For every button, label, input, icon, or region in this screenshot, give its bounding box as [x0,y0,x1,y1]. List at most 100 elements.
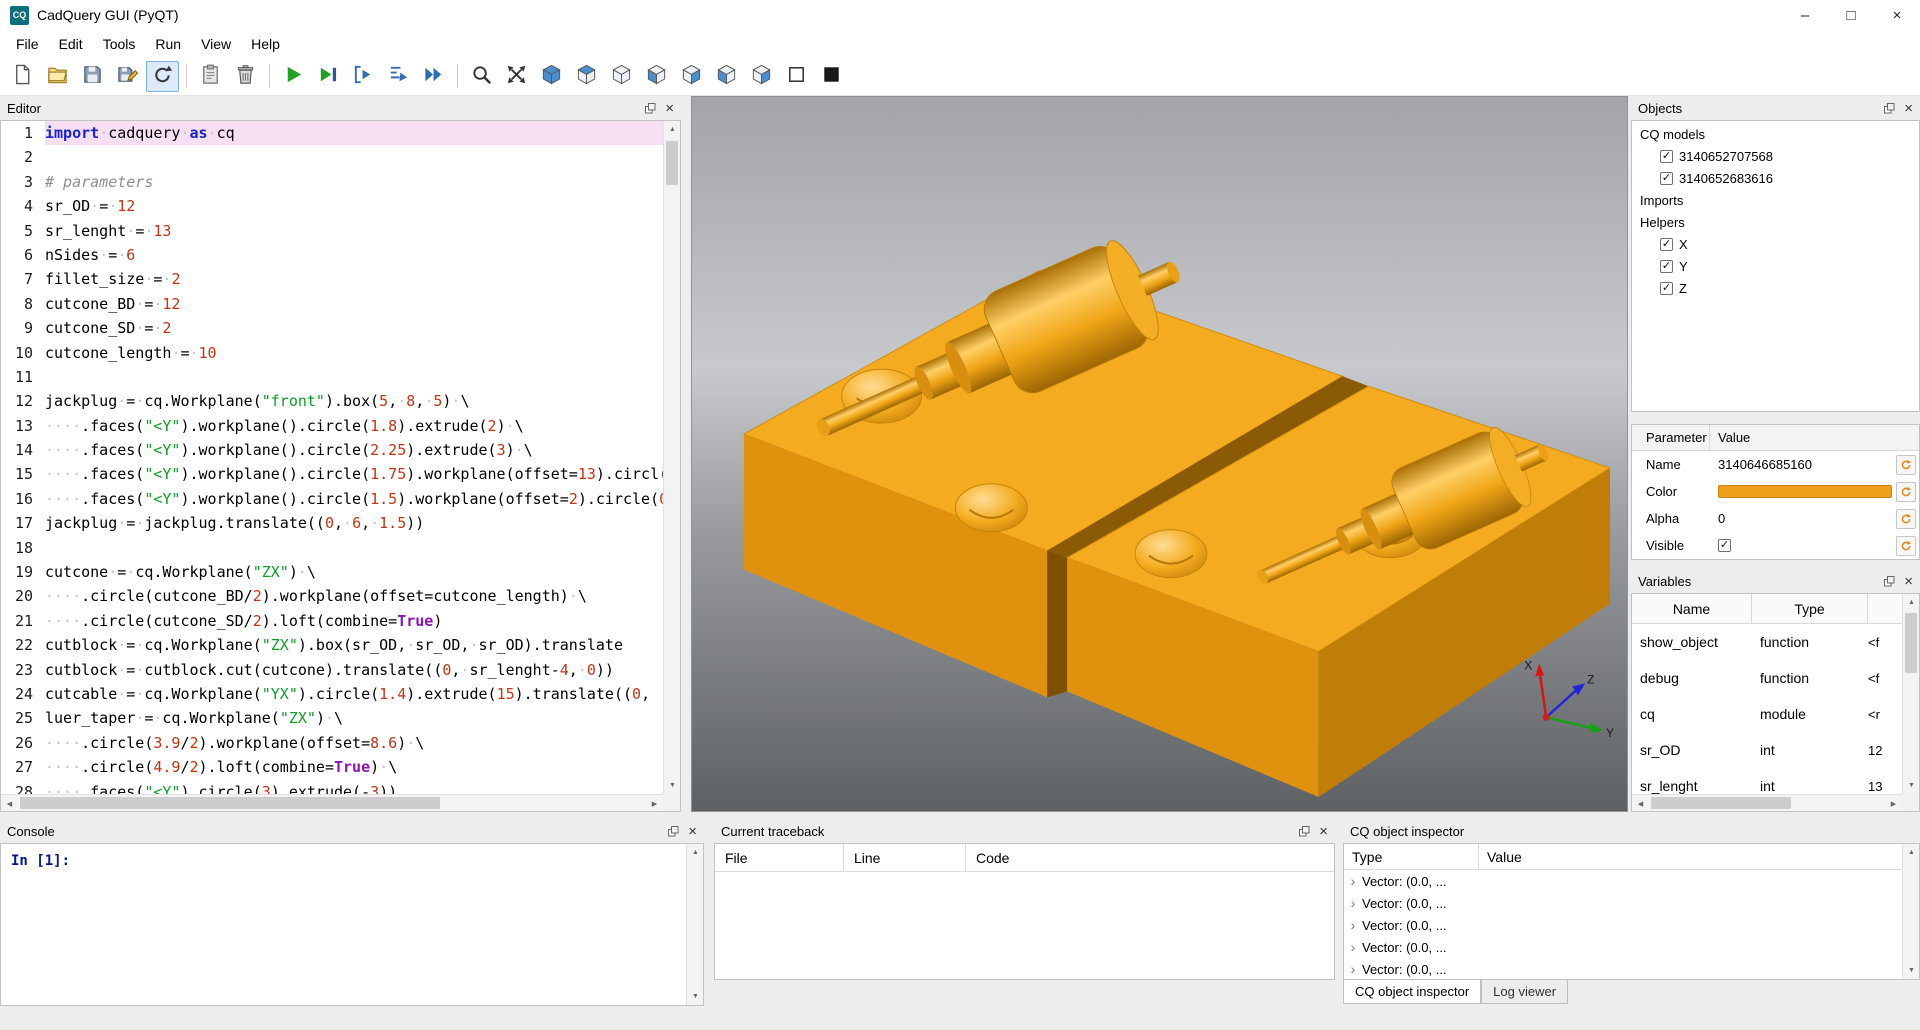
open-script-button[interactable] [41,61,74,92]
view-back-button[interactable] [675,61,708,92]
tree-item-cq-models[interactable]: CQ models [1632,123,1919,145]
code-line-18[interactable]: 18 [1,536,663,560]
code-line-4[interactable]: 4sr_OD·=·12 [1,194,663,218]
maximize-button[interactable]: □ [1828,0,1874,30]
tree-item-y[interactable]: ✓Y [1632,255,1919,277]
float-dock-icon[interactable] [1884,576,1895,587]
property-row-visible[interactable]: Visible✓ [1632,532,1919,559]
editor-code[interactable]: 1import·cadquery·as·cq23# parameters4sr_… [1,121,663,794]
scroll-up-arrow[interactable]: ▲ [664,121,681,138]
code-line-8[interactable]: 8cutcone_BD·=·12 [1,292,663,316]
inspector-vscrollbar[interactable]: ▲ ▼ [1902,844,1919,979]
scroll-down-arrow[interactable]: ▼ [687,988,704,1005]
checkbox[interactable]: ✓ [1660,172,1673,185]
float-dock-icon[interactable] [1884,103,1895,114]
code-line-28[interactable]: 28····.faces("<Y").circle(3).extrude(-3)… [1,780,663,794]
scrollbar-thumb[interactable] [1905,613,1917,673]
code-line-25[interactable]: 25luer_taper·=·cq.Workplane("ZX")·\ [1,706,663,730]
view-bottom-button[interactable] [605,61,638,92]
render-button[interactable] [277,61,310,92]
float-dock-icon[interactable] [668,826,679,837]
tree-item-3140652683616[interactable]: ✓3140652683616 [1632,167,1919,189]
code-line-16[interactable]: 16····.faces("<Y").workplane().circle(1.… [1,487,663,511]
inspector-row-0[interactable]: ›Vector: (0.0, ... [1344,870,1902,892]
autoreload-button[interactable] [146,61,179,92]
code-line-17[interactable]: 17jackplug·=·jackplug.translate((0,·6,·1… [1,511,663,535]
code-line-26[interactable]: 26····.circle(3.9/2).workplane(offset=8.… [1,731,663,755]
checkbox[interactable]: ✓ [1660,260,1673,273]
variables-vscrollbar[interactable]: ▲ ▼ [1902,594,1919,794]
delete-button[interactable] [229,61,262,92]
inspector-row-3[interactable]: ›Vector: (0.0, ... [1344,936,1902,958]
variables-value-header[interactable] [1868,594,1902,623]
reset-parameter-button[interactable] [1896,509,1916,529]
scroll-left-arrow[interactable]: ◀ [1632,795,1649,812]
visible-checkbox[interactable]: ✓ [1718,539,1731,552]
code-line-12[interactable]: 12jackplug·=·cq.Workplane("front").box(5… [1,389,663,413]
menu-view[interactable]: View [191,33,241,55]
reset-parameter-button[interactable] [1896,482,1916,502]
view-wireframe-button[interactable] [780,61,813,92]
scroll-left-arrow[interactable]: ◀ [1,795,18,812]
code-line-23[interactable]: 23cutblock·=·cutblock.cut(cutcone).trans… [1,658,663,682]
view-iso-button[interactable] [535,61,568,92]
close-dock-icon[interactable]: × [665,101,674,116]
menu-edit[interactable]: Edit [49,33,93,55]
code-line-1[interactable]: 1import·cadquery·as·cq [1,121,663,145]
tab-log-viewer[interactable]: Log viewer [1481,980,1568,1004]
close-dock-icon[interactable]: × [688,824,697,839]
property-row-name[interactable]: Name3140646685160 [1632,451,1919,478]
variables-type-header[interactable]: Type [1752,594,1868,623]
code-line-9[interactable]: 9cutcone_SD·=·2 [1,316,663,340]
console-vscrollbar[interactable]: ▲ ▼ [686,844,703,1005]
variables-hscrollbar[interactable]: ◀ ▶ [1632,794,1902,811]
code-line-27[interactable]: 27····.circle(4.9/2).loft(combine=True)·… [1,755,663,779]
view-right-button[interactable] [745,61,778,92]
code-line-15[interactable]: 15····.faces("<Y").workplane().circle(1.… [1,462,663,486]
viewport-3d[interactable]: X Z Y [691,96,1628,812]
step-over-button[interactable] [382,61,415,92]
expand-chevron-icon[interactable]: › [1344,895,1362,911]
fit-all-button[interactable] [500,61,533,92]
menu-tools[interactable]: Tools [93,33,146,55]
inspector-row-1[interactable]: ›Vector: (0.0, ... [1344,892,1902,914]
code-line-19[interactable]: 19cutcone·=·cq.Workplane("ZX")·\ [1,560,663,584]
clipboard-button[interactable] [194,61,227,92]
expand-chevron-icon[interactable]: › [1344,917,1362,933]
close-button[interactable]: × [1874,0,1920,30]
float-dock-icon[interactable] [645,103,656,114]
editor-hscrollbar[interactable]: ◀ ▶ [1,794,663,811]
tree-item-3140652707568[interactable]: ✓3140652707568 [1632,145,1919,167]
debug-button[interactable] [312,61,345,92]
scroll-up-arrow[interactable]: ▲ [1903,594,1920,611]
expand-chevron-icon[interactable]: › [1344,961,1362,977]
scroll-down-arrow[interactable]: ▼ [1903,777,1920,794]
scroll-up-arrow[interactable]: ▲ [1903,844,1920,861]
variables-name-header[interactable]: Name [1632,594,1752,623]
scroll-right-arrow[interactable]: ▶ [646,795,663,812]
menu-help[interactable]: Help [241,33,290,55]
scroll-down-arrow[interactable]: ▼ [664,777,681,794]
view-shaded-button[interactable] [815,61,848,92]
scroll-down-arrow[interactable]: ▼ [1903,962,1920,979]
code-line-6[interactable]: 6nSides·=·6 [1,243,663,267]
menu-file[interactable]: File [6,33,49,55]
tree-item-z[interactable]: ✓Z [1632,277,1919,299]
scrollbar-thumb[interactable] [666,141,678,185]
tree-item-helpers[interactable]: Helpers [1632,211,1919,233]
variable-row-sr_OD[interactable]: sr_ODint12 [1632,732,1902,768]
view-top-button[interactable] [570,61,603,92]
traceback-code-header[interactable]: Code [966,844,1334,871]
inspector-row-2[interactable]: ›Vector: (0.0, ... [1344,914,1902,936]
menu-run[interactable]: Run [145,33,191,55]
code-line-24[interactable]: 24cutcable·=·cq.Workplane("YX").circle(1… [1,682,663,706]
code-line-5[interactable]: 5sr_lenght·=·13 [1,219,663,243]
code-line-7[interactable]: 7fillet_size·=·2 [1,267,663,291]
inspector-value-header[interactable]: Value [1479,844,1902,869]
inspector-type-header[interactable]: Type [1344,844,1479,869]
zoom-fit-button[interactable] [465,61,498,92]
code-line-22[interactable]: 22cutblock·=·cq.Workplane("ZX").box(sr_O… [1,633,663,657]
reset-parameter-button[interactable] [1896,455,1916,475]
color-swatch[interactable] [1718,485,1892,498]
save-script-button[interactable] [76,61,109,92]
